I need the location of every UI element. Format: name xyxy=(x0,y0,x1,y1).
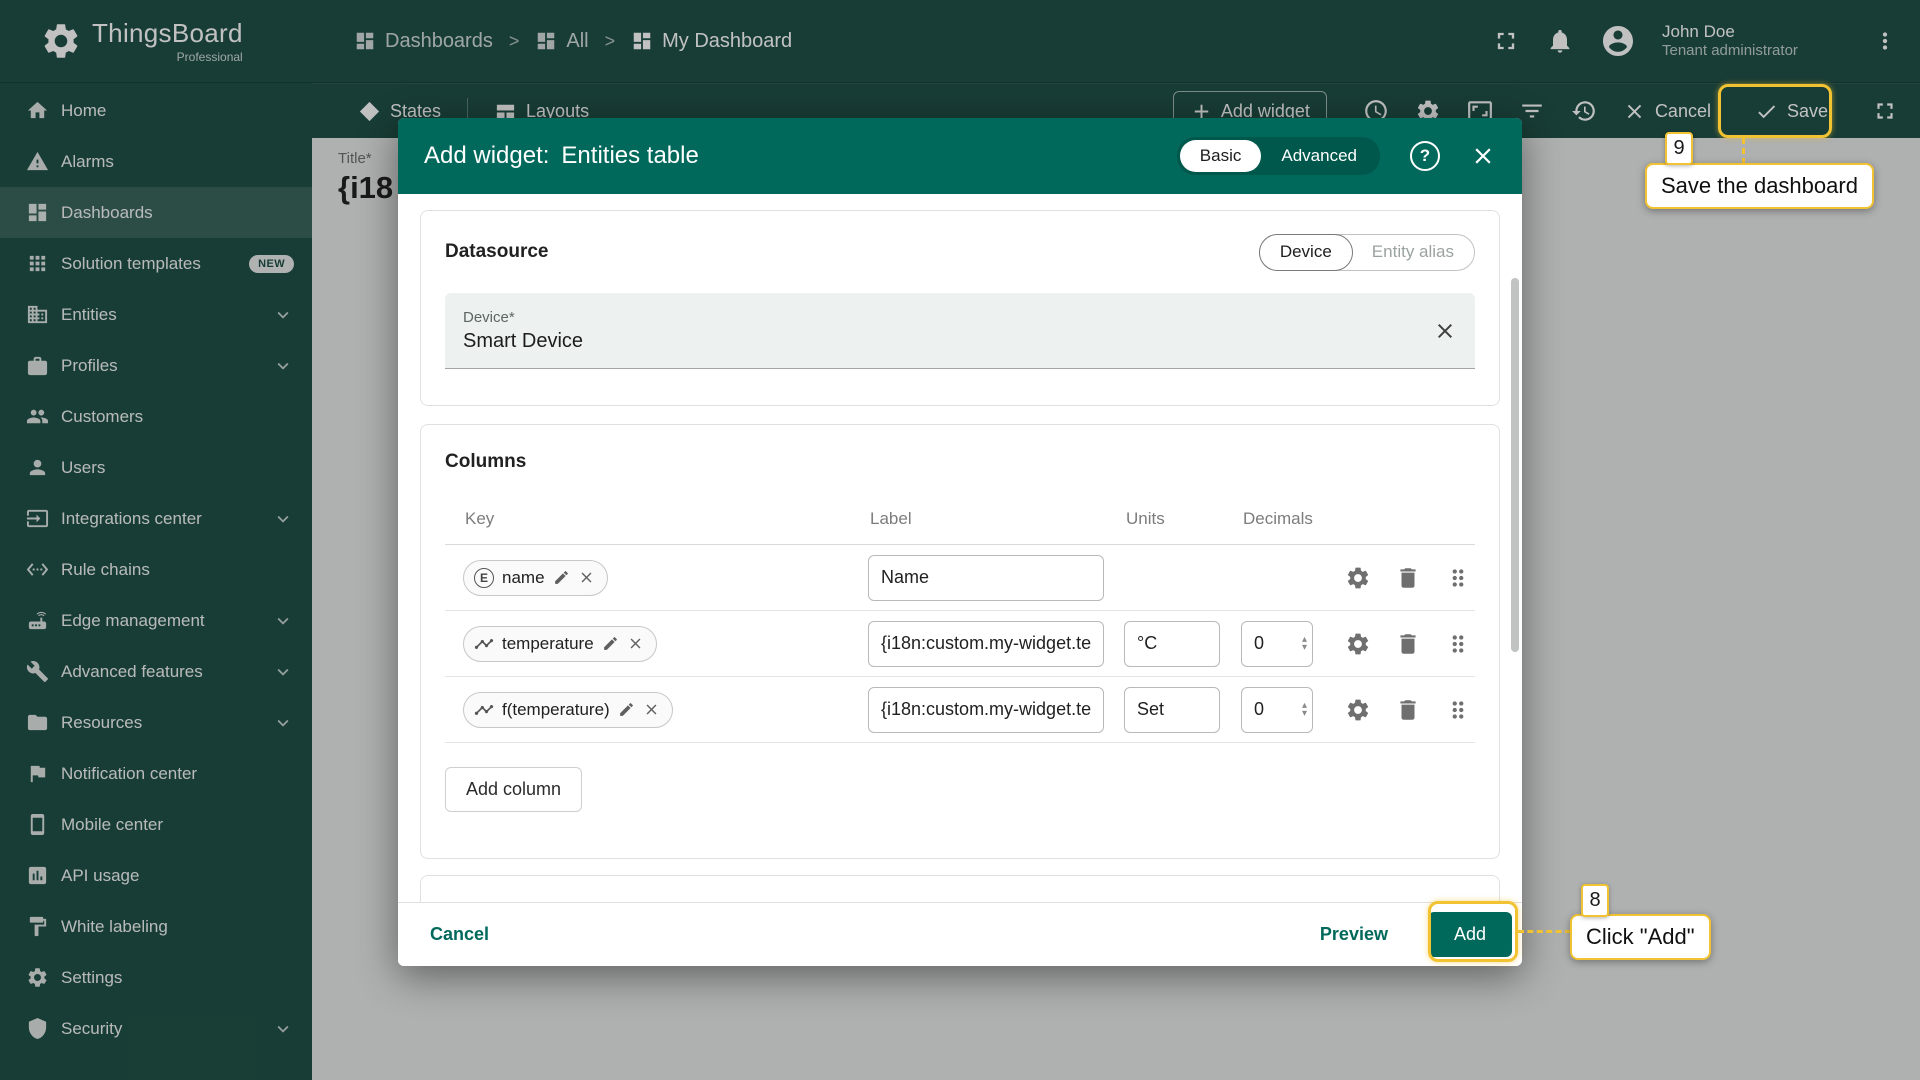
device-field[interactable]: Device* Smart Device xyxy=(445,293,1475,369)
column-header-label: Label xyxy=(870,508,912,528)
drag-handle-icon[interactable] xyxy=(1445,697,1471,723)
help-icon[interactable]: ? xyxy=(1410,141,1440,171)
columns-section: Columns Key Label Units Decimals Ename tempe… xyxy=(420,424,1500,859)
delete-column-icon[interactable] xyxy=(1395,565,1421,591)
dialog-body: Datasource Device Entity alias Device* S… xyxy=(398,194,1522,902)
save-annotation-connector xyxy=(1742,138,1745,164)
drag-handle-icon[interactable] xyxy=(1445,631,1471,657)
column-header-key: Key xyxy=(465,508,495,528)
label-input[interactable] xyxy=(868,620,1104,667)
add-annotation-callout: Click "Add" xyxy=(1570,914,1711,960)
delete-column-icon[interactable] xyxy=(1395,631,1421,657)
timeseries-icon xyxy=(474,700,494,720)
column-settings-icon[interactable] xyxy=(1345,697,1371,723)
mode-toggle: Basic Advanced xyxy=(1176,137,1380,175)
columns-heading: Columns xyxy=(445,451,527,472)
save-annotation-callout: Save the dashboard xyxy=(1645,163,1874,209)
datasource-heading: Datasource xyxy=(445,241,549,262)
column-settings-icon[interactable] xyxy=(1345,631,1371,657)
dialog-widget-type: Entities table xyxy=(561,142,699,169)
device-field-label: Device* xyxy=(463,308,515,326)
add-annotation-connector xyxy=(1518,930,1571,933)
dialog-title: Add widget: Entities table xyxy=(424,142,699,170)
dialog-close-icon[interactable] xyxy=(1470,143,1496,169)
column-row-temperature: temperature ▴▾ xyxy=(445,611,1475,677)
label-input[interactable] xyxy=(868,554,1104,601)
device-field-value: Smart Device xyxy=(463,329,584,352)
dialog-footer: Cancel Preview Add xyxy=(398,902,1522,966)
datasource-type-device[interactable]: Device xyxy=(1258,233,1353,271)
key-chip[interactable]: Ename xyxy=(463,559,608,596)
add-highlight-ring xyxy=(1428,901,1518,962)
datasource-section: Datasource Device Entity alias Device* S… xyxy=(420,210,1500,406)
app-root: ThingsBoard Professional Dashboards > All >… xyxy=(0,0,1920,1080)
columns-table: Key Label Units Decimals Ename temperature ▴▾… xyxy=(445,493,1475,743)
column-row-name: Ename xyxy=(445,545,1475,611)
label-input[interactable] xyxy=(868,686,1104,733)
number-stepper-icon[interactable]: ▴ ▾ xyxy=(1302,700,1307,718)
units-input[interactable] xyxy=(1124,620,1220,667)
mode-basic[interactable]: Basic xyxy=(1179,140,1262,172)
remove-key-icon[interactable] xyxy=(627,635,644,652)
edit-key-icon[interactable] xyxy=(618,701,635,718)
key-chip[interactable]: f(temperature) xyxy=(463,691,673,728)
key-chip-label: f(temperature) xyxy=(502,699,610,719)
remove-key-icon[interactable] xyxy=(578,569,595,586)
column-row-f-temperature: f(temperature) ▴▾ xyxy=(445,677,1475,743)
number-stepper-icon[interactable]: ▴ ▾ xyxy=(1302,634,1307,652)
edit-key-icon[interactable] xyxy=(553,569,570,586)
save-step-number: 9 xyxy=(1665,132,1693,165)
columns-header-row: Key Label Units Decimals xyxy=(445,493,1475,545)
key-chip-label: temperature xyxy=(502,633,594,653)
dialog-cancel-button[interactable]: Cancel xyxy=(420,916,499,953)
key-chip[interactable]: temperature xyxy=(463,625,657,662)
column-header-decimals: Decimals xyxy=(1243,508,1313,528)
next-section-sliver xyxy=(420,875,1500,902)
add-step-number: 8 xyxy=(1581,884,1609,917)
add-widget-dialog: Add widget: Entities table Basic Advance… xyxy=(398,118,1522,966)
units-input[interactable] xyxy=(1124,686,1220,733)
preview-button[interactable]: Preview xyxy=(1310,916,1398,953)
timeseries-icon xyxy=(474,634,494,654)
datasource-type-toggle: Device Entity alias xyxy=(1258,233,1475,271)
column-header-units: Units xyxy=(1126,508,1165,528)
add-column-button[interactable]: Add column xyxy=(445,767,583,812)
drag-handle-icon[interactable] xyxy=(1445,565,1471,591)
save-highlight-ring xyxy=(1718,84,1832,138)
mode-advanced[interactable]: Advanced xyxy=(1261,140,1377,172)
key-chip-label: name xyxy=(502,567,545,587)
dialog-title-prefix: Add widget: xyxy=(424,142,550,169)
column-settings-icon[interactable] xyxy=(1345,565,1371,591)
datasource-type-entity-alias[interactable]: Entity alias xyxy=(1352,235,1474,270)
dialog-scrollbar[interactable] xyxy=(1511,278,1519,652)
delete-column-icon[interactable] xyxy=(1395,697,1421,723)
clear-device-icon[interactable] xyxy=(1433,319,1457,343)
columns-rows: Ename temperature ▴▾ f(temperature) ▴▾ xyxy=(445,545,1475,743)
dialog-header: Add widget: Entities table Basic Advance… xyxy=(398,118,1522,194)
edit-key-icon[interactable] xyxy=(602,635,619,652)
remove-key-icon[interactable] xyxy=(643,701,660,718)
entity-field-icon: E xyxy=(474,567,494,588)
